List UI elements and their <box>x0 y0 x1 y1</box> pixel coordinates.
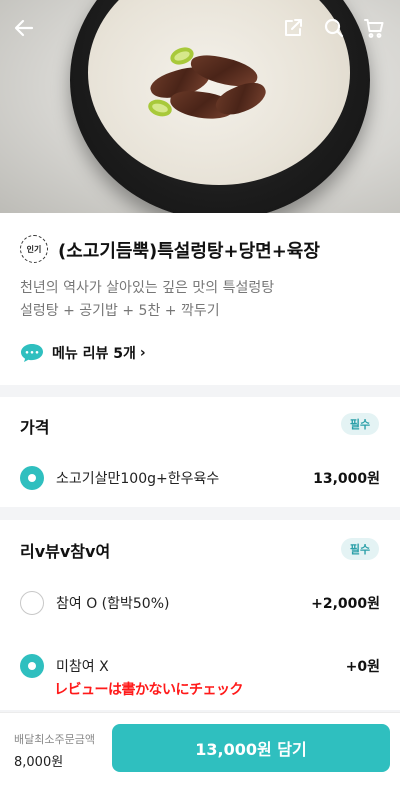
radio-unselected[interactable] <box>20 591 44 615</box>
review-section-title: 리v뷰v참v여 <box>20 542 111 561</box>
annotation-note: レビューは書かないにチェック <box>54 682 244 698</box>
option-label: 미참여 X <box>56 659 109 675</box>
speech-bubble-icon <box>21 344 43 362</box>
radio-selected[interactable] <box>20 654 44 678</box>
required-badge: 필수 <box>341 538 379 560</box>
min-order-label: 배달최소주문금액 <box>14 733 95 746</box>
review-link-label: 메뉴 리뷰 5개 <box>52 346 136 362</box>
description-line: 천년의 역사가 살아있는 깊은 맛의 특설렁탕 <box>20 280 275 296</box>
search-icon[interactable] <box>320 14 348 42</box>
review-option-participate[interactable]: 참여 O (함박50%) +2,000원 <box>20 591 380 615</box>
required-badge: 필수 <box>341 413 379 435</box>
option-price: +0원 <box>345 659 380 675</box>
option-label: 소고기살만100g+한우육수 <box>56 471 220 487</box>
price-section-title: 가격 <box>20 418 50 437</box>
option-price: +2,000원 <box>311 596 380 612</box>
back-arrow-icon[interactable] <box>10 14 38 42</box>
price-option[interactable]: 소고기살만100g+한우육수 13,000원 <box>20 466 380 490</box>
product-detail-page: 인기 (소고기듬뿍)특설렁탕+당면+육장 천년의 역사가 살아있는 깊은 맛의 … <box>0 0 400 800</box>
cart-icon[interactable] <box>360 14 388 42</box>
option-label: 참여 O (함박50%) <box>56 596 170 612</box>
radio-selected[interactable] <box>20 466 44 490</box>
option-price: 13,000원 <box>313 471 380 487</box>
price-option-section <box>0 397 400 507</box>
product-title: (소고기듬뿍)특설렁탕+당면+육장 <box>58 241 320 262</box>
description-line: 설렁탕 + 공기밥 + 5찬 + 깍두기 <box>20 303 220 319</box>
review-option-skip[interactable]: 미참여 X +0원 <box>20 654 380 678</box>
chevron-right-icon: › <box>139 345 146 361</box>
min-order-value: 8,000원 <box>14 755 64 770</box>
product-description: 천년의 역사가 살아있는 깊은 맛의 특설렁탕 설렁탕 + 공기밥 + 5찬 +… <box>20 277 274 323</box>
top-bar <box>0 0 400 56</box>
popular-badge: 인기 <box>20 235 48 263</box>
share-icon[interactable] <box>279 14 307 42</box>
menu-review-link[interactable]: 메뉴 리뷰 5개 › <box>20 343 146 363</box>
add-to-cart-button[interactable]: 13,000원 담기 <box>112 724 390 772</box>
